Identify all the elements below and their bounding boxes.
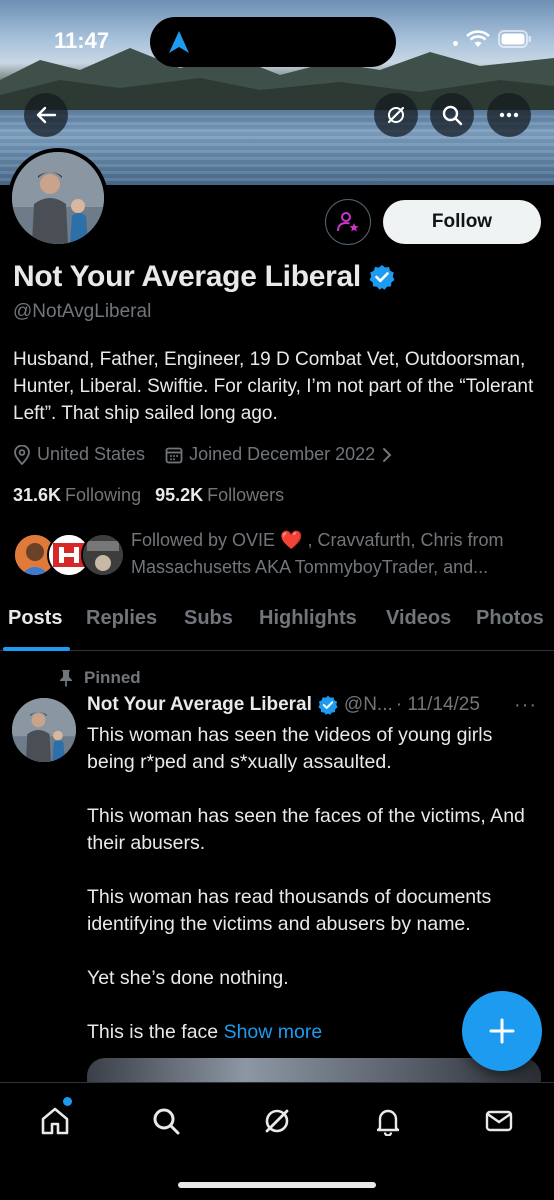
follower-avatar-photo [83,535,123,575]
followers-label: Followers [207,485,285,505]
nav-grok[interactable] [259,1103,295,1139]
grok-icon [265,1109,289,1133]
tweet-paragraph: This woman has seen the faces of the vic… [87,805,525,854]
tab-posts[interactable]: Posts [8,607,62,630]
tweet-author-avatar[interactable] [12,698,76,762]
tab-videos[interactable]: Videos [386,607,451,630]
following-link[interactable]: 31.6K Following [13,485,141,506]
tweet-text[interactable]: This woman has seen the videos of young … [87,722,537,1046]
tab-subs[interactable]: Subs [184,607,233,630]
wifi-icon [466,30,490,47]
grok-button[interactable] [374,93,418,137]
tweet-paragraph: This woman has seen the videos of young … [87,724,493,773]
location-pin-icon [14,444,30,465]
tweet-date[interactable]: · 11/14/25 [396,694,480,716]
search-button[interactable] [430,93,474,137]
tweet-last-line: This is the face [87,1021,219,1043]
tweet-author-handle[interactable]: @N... [344,694,393,716]
tweet-header: Not Your Average Liberal @N... · 11/14/2… [87,694,542,716]
pinned-label-row: Pinned [58,668,141,688]
avatar-photo [12,698,76,762]
tweet-more-button[interactable]: ··· [514,694,537,717]
status-icons [453,30,532,48]
followers-count: 95.2K [155,485,204,505]
status-time: 11:47 [54,28,110,53]
profile-display-name-row: Not Your Average Liberal [13,260,395,294]
back-arrow-icon [36,106,57,124]
show-more-link[interactable]: Show more [224,1021,323,1043]
tweet-paragraph: Yet she’s done nothing. [87,967,289,989]
followers-link[interactable]: 95.2K Followers [155,485,284,506]
display-name: Not Your Average Liberal [13,260,361,293]
location-text: United States [37,444,146,464]
chevron-right-icon [383,447,392,462]
followed-by-section[interactable]: Followed by OVIE ❤️ , Cravvafurth, Chris… [13,527,543,583]
notifications-icon [376,1109,400,1136]
nav-notifications[interactable] [370,1103,406,1139]
followed-by-text: Followed by OVIE ❤️ , Cravvafurth, Chris… [131,530,504,577]
search-icon [442,105,463,126]
profile-handle: @NotAvgLiberal [13,301,152,322]
more-options-button[interactable] [487,93,531,137]
tab-highlights[interactable]: Highlights [259,607,357,630]
tweet-paragraph: This woman has read thousands of documen… [87,886,492,935]
back-button[interactable] [24,93,68,137]
nav-messages[interactable] [481,1103,517,1139]
profile-meta: United States Joined December 2022 [13,444,413,465]
avatar-photo [12,152,104,244]
following-count: 31.6K [13,485,62,505]
more-dots-icon [499,112,519,118]
plus-icon [489,1018,515,1044]
tab-replies[interactable]: Replies [86,607,157,630]
follow-button[interactable]: Follow [383,200,541,244]
location-arrow-icon [169,31,189,53]
pinned-label: Pinned [84,668,141,687]
verified-badge-icon [318,695,338,715]
nav-home[interactable] [37,1103,73,1139]
tab-photos[interactable]: Photos [476,607,544,630]
active-tab-indicator [3,647,70,651]
home-indicator[interactable] [178,1182,376,1188]
pin-icon [60,670,72,687]
calendar-icon [165,447,183,463]
home-notification-dot [63,1097,72,1106]
joined-text: Joined December 2022 [189,444,376,464]
nav-search[interactable] [148,1103,184,1139]
messages-icon [485,1110,513,1132]
battery-icon [498,30,531,48]
verified-badge-icon[interactable] [369,264,395,290]
tweet-author-name[interactable]: Not Your Average Liberal [87,694,312,716]
following-label: Following [65,485,142,505]
dynamic-island [150,17,396,67]
follow-counts: 31.6K Following 95.2K Followers [13,485,284,506]
location-item: United States [13,444,145,465]
compose-post-button[interactable] [462,991,542,1071]
profile-tabs: Posts Replies Subs Highlights Videos Pho… [0,603,554,651]
follower-avatar [81,533,125,577]
search-icon [153,1108,180,1135]
profile-avatar[interactable] [8,148,108,248]
person-star-icon [337,212,359,232]
signal-icon [453,40,458,46]
home-icon [41,1107,69,1135]
grok-icon [387,106,405,124]
subscribe-button[interactable] [325,199,371,245]
profile-bio: Husband, Father, Engineer, 19 D Combat V… [13,349,534,424]
joined-item[interactable]: Joined December 2022 [165,444,393,465]
